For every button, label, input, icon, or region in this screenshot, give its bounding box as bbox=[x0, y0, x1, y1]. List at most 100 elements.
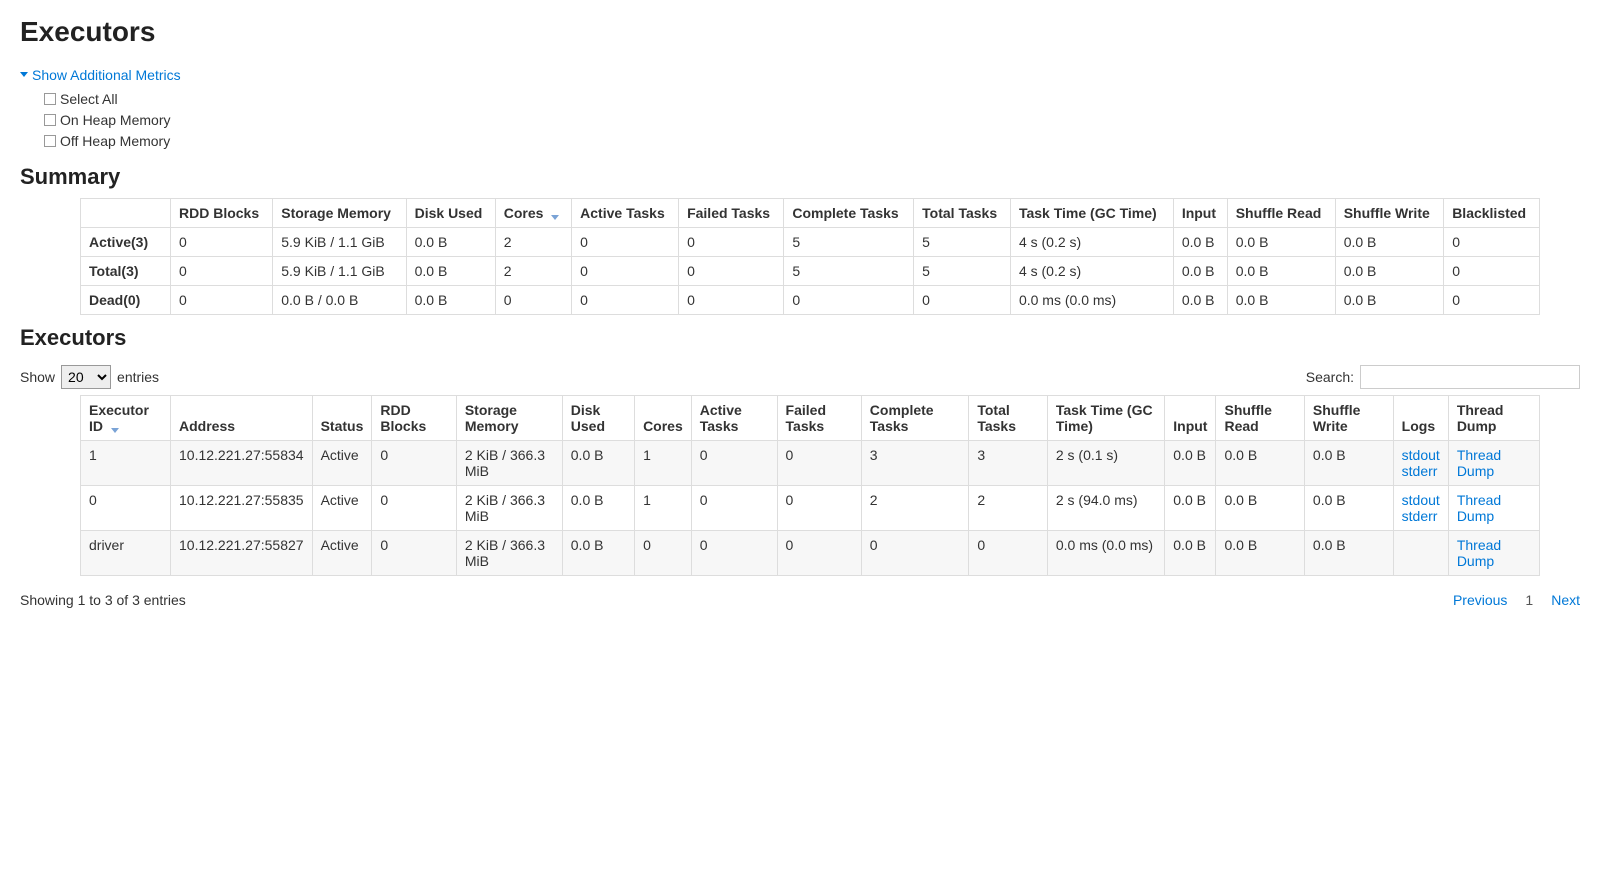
exec-header-failed-tasks[interactable]: Failed Tasks bbox=[777, 395, 861, 440]
summary-cell: 0 bbox=[572, 227, 679, 256]
exec-cell: 2 KiB / 366.3 MiB bbox=[456, 485, 562, 530]
exec-header-shuffle-read[interactable]: Shuffle Read bbox=[1216, 395, 1304, 440]
exec-cell-logs bbox=[1393, 530, 1448, 575]
log-link-stdout[interactable]: stdout bbox=[1402, 447, 1440, 463]
thread-dump-link[interactable]: Thread Dump bbox=[1457, 537, 1501, 569]
exec-header-shuffle-write[interactable]: Shuffle Write bbox=[1304, 395, 1393, 440]
exec-header-input[interactable]: Input bbox=[1165, 395, 1216, 440]
metric-option-label[interactable]: Off Heap Memory bbox=[60, 131, 170, 152]
exec-cell: driver bbox=[81, 530, 171, 575]
summary-cell: 0 bbox=[495, 285, 571, 314]
summary-header-failed-tasks[interactable]: Failed Tasks bbox=[679, 198, 784, 227]
log-link-stderr[interactable]: stderr bbox=[1402, 463, 1438, 479]
additional-metrics-list: Select All On Heap Memory Off Heap Memor… bbox=[44, 89, 1580, 152]
summary-header-cores[interactable]: Cores bbox=[495, 198, 571, 227]
exec-cell: 0 bbox=[777, 530, 861, 575]
exec-cell: 2 bbox=[969, 485, 1048, 530]
exec-header-active-tasks[interactable]: Active Tasks bbox=[691, 395, 777, 440]
exec-cell: Active bbox=[312, 440, 372, 485]
sort-desc-icon bbox=[111, 428, 119, 433]
exec-cell: 1 bbox=[81, 440, 171, 485]
pager-previous-button[interactable]: Previous bbox=[1453, 592, 1507, 608]
table-row: driver10.12.221.27:55827Active02 KiB / 3… bbox=[81, 530, 1540, 575]
exec-header-thread-dump[interactable]: Thread Dump bbox=[1448, 395, 1539, 440]
exec-header-executor-id[interactable]: Executor ID bbox=[81, 395, 171, 440]
pager-next-button[interactable]: Next bbox=[1551, 592, 1580, 608]
exec-cell: 0.0 B bbox=[1216, 530, 1304, 575]
checkbox-icon[interactable] bbox=[44, 93, 56, 105]
summary-header-complete-tasks[interactable]: Complete Tasks bbox=[784, 198, 914, 227]
summary-header-active-tasks[interactable]: Active Tasks bbox=[572, 198, 679, 227]
exec-header-task-time[interactable]: Task Time (GC Time) bbox=[1047, 395, 1164, 440]
exec-cell: 0 bbox=[691, 440, 777, 485]
summary-header-blacklisted[interactable]: Blacklisted bbox=[1444, 198, 1540, 227]
summary-cell: 5 bbox=[784, 227, 914, 256]
thread-dump-link[interactable]: Thread Dump bbox=[1457, 492, 1501, 524]
table-row: Active(3)05.9 KiB / 1.1 GiB0.0 B200554 s… bbox=[81, 227, 1540, 256]
exec-cell: 2 s (94.0 ms) bbox=[1047, 485, 1164, 530]
summary-header-shuffle-write[interactable]: Shuffle Write bbox=[1335, 198, 1444, 227]
log-link-stderr[interactable]: stderr bbox=[1402, 508, 1438, 524]
summary-header-input[interactable]: Input bbox=[1173, 198, 1227, 227]
exec-cell: 0 bbox=[635, 530, 692, 575]
exec-header-total-tasks[interactable]: Total Tasks bbox=[969, 395, 1048, 440]
exec-cell-thread-dump: Thread Dump bbox=[1448, 440, 1539, 485]
exec-header-executor-id-label: Executor ID bbox=[89, 402, 149, 434]
pager-current-page: 1 bbox=[1525, 592, 1533, 608]
summary-cell: 2 bbox=[495, 227, 571, 256]
exec-cell: 2 KiB / 366.3 MiB bbox=[456, 530, 562, 575]
summary-header-storage-memory[interactable]: Storage Memory bbox=[273, 198, 406, 227]
sort-desc-icon bbox=[551, 215, 559, 220]
search-label: Search: bbox=[1306, 369, 1354, 385]
summary-cell: 0.0 B bbox=[1227, 227, 1335, 256]
summary-cell: 0 bbox=[572, 256, 679, 285]
entries-per-page-select[interactable]: 102050100 bbox=[61, 365, 111, 389]
table-row: 010.12.221.27:55835Active02 KiB / 366.3 … bbox=[81, 485, 1540, 530]
summary-cell: 0 bbox=[784, 285, 914, 314]
exec-header-logs[interactable]: Logs bbox=[1393, 395, 1448, 440]
exec-cell: 0 bbox=[969, 530, 1048, 575]
exec-cell-thread-dump: Thread Dump bbox=[1448, 485, 1539, 530]
summary-cell: 0 bbox=[171, 227, 273, 256]
summary-header-rdd-blocks[interactable]: RDD Blocks bbox=[171, 198, 273, 227]
exec-cell: 0.0 B bbox=[562, 440, 634, 485]
summary-header-empty[interactable] bbox=[81, 198, 171, 227]
summary-header-total-tasks[interactable]: Total Tasks bbox=[914, 198, 1011, 227]
summary-row-label: Total(3) bbox=[81, 256, 171, 285]
exec-cell: 0 bbox=[372, 485, 456, 530]
show-additional-metrics-toggle[interactable]: Show Additional Metrics bbox=[20, 67, 181, 83]
summary-cell: 0 bbox=[1444, 285, 1540, 314]
exec-cell: 0 bbox=[777, 440, 861, 485]
exec-cell: 2 s (0.1 s) bbox=[1047, 440, 1164, 485]
exec-cell: 0.0 B bbox=[1304, 485, 1393, 530]
summary-header-task-time[interactable]: Task Time (GC Time) bbox=[1010, 198, 1173, 227]
exec-header-cores[interactable]: Cores bbox=[635, 395, 692, 440]
exec-header-rdd-blocks[interactable]: RDD Blocks bbox=[372, 395, 456, 440]
exec-header-disk-used[interactable]: Disk Used bbox=[562, 395, 634, 440]
summary-header-disk-used[interactable]: Disk Used bbox=[406, 198, 495, 227]
summary-cell: 0 bbox=[1444, 256, 1540, 285]
metric-option-label[interactable]: On Heap Memory bbox=[60, 110, 170, 131]
thread-dump-link[interactable]: Thread Dump bbox=[1457, 447, 1501, 479]
table-info-text: Showing 1 to 3 of 3 entries bbox=[20, 592, 186, 608]
exec-cell: 0.0 B bbox=[1165, 530, 1216, 575]
checkbox-icon[interactable] bbox=[44, 114, 56, 126]
search-input[interactable] bbox=[1360, 365, 1580, 389]
exec-header-complete-tasks[interactable]: Complete Tasks bbox=[861, 395, 969, 440]
summary-header-shuffle-read[interactable]: Shuffle Read bbox=[1227, 198, 1335, 227]
summary-cell: 0.0 B bbox=[1173, 285, 1227, 314]
summary-cell: 0.0 B bbox=[406, 256, 495, 285]
exec-cell: 0.0 B bbox=[1216, 440, 1304, 485]
summary-cell: 0 bbox=[1444, 227, 1540, 256]
checkbox-icon[interactable] bbox=[44, 135, 56, 147]
metric-option-label[interactable]: Select All bbox=[60, 89, 118, 110]
exec-header-storage-memory[interactable]: Storage Memory bbox=[456, 395, 562, 440]
show-label: Show bbox=[20, 369, 55, 385]
summary-header-cores-label: Cores bbox=[504, 205, 544, 221]
exec-cell: 0 bbox=[691, 530, 777, 575]
exec-header-status[interactable]: Status bbox=[312, 395, 372, 440]
table-row: Total(3)05.9 KiB / 1.1 GiB0.0 B200554 s … bbox=[81, 256, 1540, 285]
summary-cell: 0.0 B bbox=[1335, 227, 1444, 256]
log-link-stdout[interactable]: stdout bbox=[1402, 492, 1440, 508]
exec-header-address[interactable]: Address bbox=[171, 395, 313, 440]
